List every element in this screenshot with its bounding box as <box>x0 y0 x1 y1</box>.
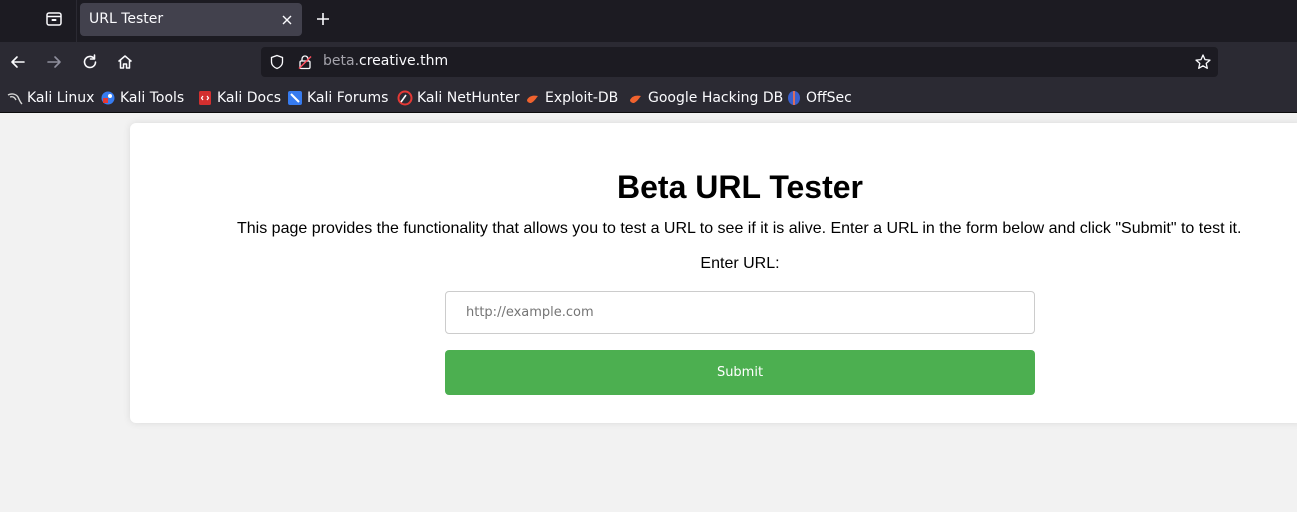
bookmark-kali-linux[interactable]: Kali Linux <box>7 88 94 107</box>
offsec-icon <box>786 90 802 106</box>
browser-tab[interactable]: URL Tester <box>80 3 302 36</box>
forward-arrow-icon[interactable] <box>44 52 64 72</box>
url-text: beta.creative.thm <box>323 53 448 69</box>
kali-dragon-icon <box>7 90 23 106</box>
url-input[interactable] <box>445 291 1035 334</box>
home-icon[interactable] <box>115 52 135 72</box>
bookmark-star-icon[interactable] <box>1194 53 1212 71</box>
back-arrow-icon[interactable] <box>8 52 28 72</box>
bookmark-label: Kali NetHunter <box>417 89 520 106</box>
reload-icon[interactable] <box>80 52 100 72</box>
bookmark-label: Kali Linux <box>27 89 95 106</box>
bookmark-kali-nethunter[interactable]: Kali NetHunter <box>397 88 519 107</box>
submit-button[interactable]: Submit <box>445 350 1035 395</box>
tab-title: URL Tester <box>89 11 164 27</box>
kali-docs-icon <box>197 90 213 106</box>
bookmark-label: Kali Tools <box>120 89 185 106</box>
bookmark-kali-tools[interactable]: Kali Tools <box>100 88 184 107</box>
url-host-domain: creative.thm <box>359 53 449 69</box>
ghdb-icon <box>628 90 644 106</box>
tab-bar: URL Tester <box>0 0 1297 42</box>
firefox-view-icon[interactable] <box>43 8 65 30</box>
bookmark-kali-forums[interactable]: Kali Forums <box>287 88 388 107</box>
bookmark-exploit-db[interactable]: Exploit-DB <box>525 88 618 107</box>
address-bar[interactable]: beta.creative.thm <box>261 47 1218 77</box>
insecure-lock-icon[interactable] <box>297 54 313 70</box>
bookmark-label: Kali Forums <box>307 89 389 106</box>
bookmarks-toolbar: Kali Linux Kali Tools Kali Docs Kali For… <box>0 82 1297 113</box>
kali-tools-icon <box>100 90 116 106</box>
url-field-label: Enter URL: <box>700 255 780 272</box>
bookmark-label: Exploit-DB <box>545 89 619 106</box>
navigation-toolbar: beta.creative.thm <box>0 42 1297 82</box>
bookmark-label: OffSec <box>806 89 852 106</box>
bookmark-kali-docs[interactable]: Kali Docs <box>197 88 281 107</box>
tab-separator <box>76 0 77 42</box>
bookmark-offsec[interactable]: OffSec <box>786 88 852 107</box>
bookmark-label: Kali Docs <box>217 89 282 106</box>
exploit-db-icon <box>525 90 541 106</box>
page-description: This page provides the functionality tha… <box>237 220 1242 237</box>
tracking-protection-shield-icon[interactable] <box>269 54 285 70</box>
close-tab-icon[interactable] <box>280 12 294 26</box>
kali-nethunter-icon <box>397 90 413 106</box>
bookmark-label: Google Hacking DB <box>648 89 784 106</box>
kali-forums-icon <box>287 90 303 106</box>
page-content: Beta URL Tester This page provides the f… <box>0 114 1297 512</box>
url-tester-card: Beta URL Tester This page provides the f… <box>130 123 1297 423</box>
url-host-prefix: beta. <box>323 53 360 69</box>
new-tab-icon[interactable] <box>313 9 333 29</box>
page-title: Beta URL Tester <box>617 169 863 205</box>
bookmark-google-hacking-db[interactable]: Google Hacking DB <box>628 88 783 107</box>
